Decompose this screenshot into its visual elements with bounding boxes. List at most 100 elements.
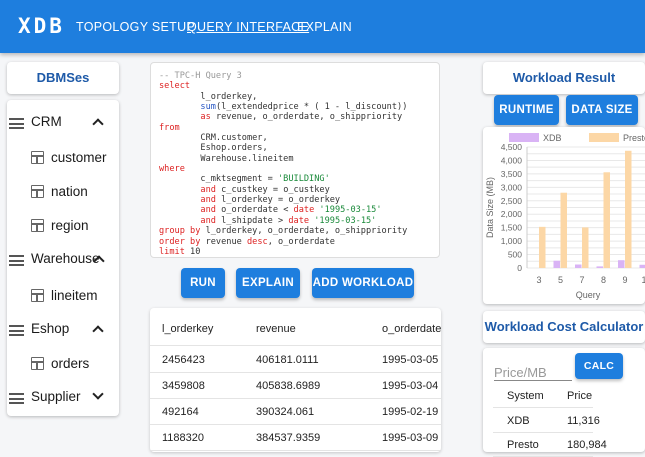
- x-tick-label: 8: [601, 275, 606, 285]
- bar-xdb: [640, 265, 645, 268]
- query-token: from: [159, 123, 180, 133]
- column-header[interactable]: revenue: [256, 323, 296, 335]
- chevron-up-icon[interactable]: [92, 118, 103, 129]
- column-header[interactable]: o_orderdate: [382, 323, 441, 335]
- query-token: [159, 205, 200, 215]
- nav-explain[interactable]: EXPLAIN: [297, 20, 352, 34]
- query-token: [159, 102, 200, 112]
- table-row: 2456423406181.01111995-03-05: [150, 347, 441, 373]
- add-workload-button[interactable]: ADD WORKLOAD: [312, 268, 414, 298]
- tree-group-eshop[interactable]: Eshop: [7, 315, 117, 345]
- bar-presto: [539, 227, 546, 268]
- table-cell: 390324.061: [256, 406, 314, 418]
- x-tick-label: 7: [579, 275, 584, 285]
- run-button[interactable]: RUN: [181, 268, 225, 298]
- explain-button[interactable]: EXPLAIN: [236, 268, 300, 298]
- query-editor[interactable]: -- TPC-H Query 3select l_orderkey, sum(l…: [150, 62, 440, 258]
- cost-calculator-title: Workload Cost Calculator: [483, 311, 645, 343]
- chevron-up-icon[interactable]: [92, 325, 103, 336]
- query-token: Warehouse.lineitem: [159, 154, 294, 164]
- table-cell: 180,984: [567, 439, 607, 451]
- query-token: desc: [247, 237, 268, 247]
- query-token: l_orderkey, o_orderdate, o_shippriority: [200, 226, 407, 236]
- y-tick-label: 1,500: [501, 223, 523, 233]
- tree-group-label: CRM: [31, 114, 62, 129]
- table-row: 3459808 405838.6989 1995-03-04: [150, 373, 441, 399]
- tree-item-nation[interactable]: nation: [7, 177, 117, 207]
- query-token: order by: [159, 237, 200, 247]
- cost-calculator-header: Workload Cost Calculator: [483, 311, 645, 343]
- results-header-row: l_orderkey revenue o_orderdate: [150, 312, 441, 346]
- nav-query-interface[interactable]: QUERY INTERFACE: [187, 20, 309, 34]
- table-icon: [31, 357, 44, 370]
- price-per-mb-input[interactable]: Price/MB: [494, 355, 572, 381]
- list-icon: [9, 325, 24, 336]
- tree-item-region[interactable]: region: [7, 211, 117, 241]
- table-cell: 406181.0111: [256, 354, 319, 366]
- table-cell: 1188320: [162, 432, 204, 444]
- tree-group-warehouse[interactable]: Warehouse: [7, 245, 117, 275]
- app-bar: XDB TOPOLOGY SETUP QUERY INTERFACE EXPLA…: [0, 0, 645, 53]
- y-tick-label: 1,000: [501, 236, 523, 246]
- table-cell: 405838.6989: [256, 380, 320, 392]
- table-icon: [31, 185, 44, 198]
- bar-xdb: [554, 261, 561, 268]
- y-tick-label: 3,500: [501, 169, 523, 179]
- tree-group-crm[interactable]: CRM: [7, 108, 117, 138]
- tree-group-supplier[interactable]: Supplier: [7, 383, 117, 413]
- chevron-down-icon[interactable]: [92, 388, 103, 399]
- table-cell: 1995-03-04: [382, 380, 438, 392]
- query-line: Eshop.orders,: [159, 143, 431, 153]
- query-line: order by revenue desc, o_orderdate: [159, 237, 431, 247]
- table-row: 492164390324.0611995-02-19: [150, 399, 441, 425]
- runtime-button[interactable]: RUNTIME: [494, 95, 559, 125]
- query-token: [159, 216, 200, 226]
- query-line: and o_orderdate < date '1995-03-15': [159, 205, 431, 215]
- app-logo[interactable]: XDB: [18, 14, 65, 38]
- column-header: System: [507, 390, 544, 402]
- data-size-button[interactable]: DATA SIZE: [566, 95, 638, 125]
- legend-label: Presto: [623, 133, 645, 143]
- query-token: revenue, o_orderdate, o_shippriority: [211, 112, 402, 122]
- x-tick-label: 9: [622, 275, 627, 285]
- column-header: Price: [567, 390, 592, 402]
- query-line: and l_shipdate > date '1995-03-15': [159, 216, 431, 226]
- tree-item-lineitem[interactable]: lineitem: [7, 281, 117, 311]
- column-header[interactable]: l_orderkey: [162, 323, 213, 335]
- list-icon: [9, 118, 24, 129]
- results-table: l_orderkey revenue o_orderdate 2456423 40618…: [150, 308, 441, 452]
- query-line: and c_custkey = o_custkey: [159, 185, 431, 195]
- query-token: and: [200, 195, 216, 205]
- table-cell: 1995-02-19: [382, 406, 438, 418]
- table-cell: 11,316: [567, 415, 600, 427]
- y-tick-label: 0: [517, 263, 522, 273]
- bar-presto: [561, 193, 568, 268]
- calc-button[interactable]: CALC: [575, 353, 623, 379]
- bar-presto: [582, 227, 589, 268]
- chart-card: XDBPresto05001,0001,5002,0002,5003,0003,…: [483, 127, 645, 304]
- query-line: c_mktsegment = 'BUILDING': [159, 174, 431, 184]
- query-token: group by: [159, 226, 200, 236]
- table-icon: [31, 289, 44, 302]
- table-cell: 2456423: [162, 354, 205, 366]
- query-line: from: [159, 123, 431, 133]
- bar-xdb: [597, 266, 604, 268]
- tree-group-label: Supplier: [31, 389, 81, 404]
- workload-result-title: Workload Result: [483, 62, 645, 94]
- table-row: XDB11,316: [493, 409, 593, 433]
- dbms-tree: CRM customer nation region Warehouse lineitem…: [7, 100, 119, 416]
- nav-topology-setup[interactable]: TOPOLOGY SETUP: [76, 20, 195, 34]
- query-line: where: [159, 164, 431, 174]
- y-tick-label: 4,500: [501, 142, 523, 152]
- tree-item-customer[interactable]: customer: [7, 143, 117, 173]
- query-token: '1995-03-15': [314, 205, 381, 215]
- table-cell: 3459808: [162, 380, 205, 392]
- query-token: -- TPC-H Query 3: [159, 71, 242, 81]
- y-tick-label: 2,500: [501, 196, 523, 206]
- tree-item-orders[interactable]: orders: [7, 349, 117, 379]
- query-token: , o_orderdate: [268, 237, 335, 247]
- table-row: Presto180,984: [493, 433, 593, 457]
- tree-item-label: nation: [51, 184, 88, 199]
- query-token: limit: [159, 247, 185, 257]
- y-tick-label: 500: [508, 250, 522, 260]
